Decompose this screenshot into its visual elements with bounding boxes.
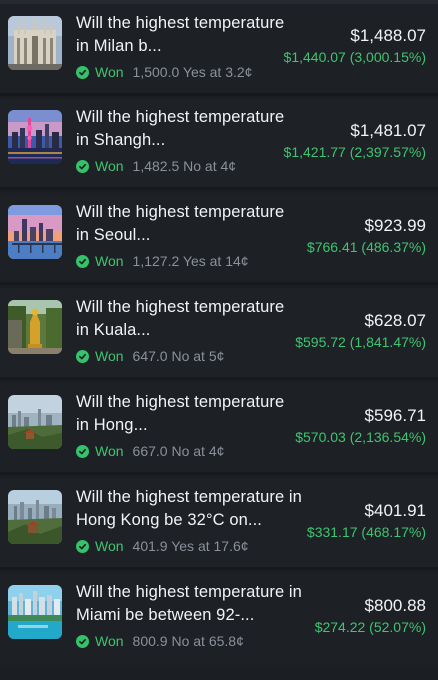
won-label: Won [95, 633, 124, 649]
profit-loss: $570.03 (2,136.54%) [295, 429, 426, 445]
hong-kong-skyline-image [8, 395, 62, 449]
shares-detail: 647.0 No at 5¢ [132, 348, 225, 364]
profit-loss: $1,440.07 (3,000.15%) [283, 49, 426, 65]
check-circle-icon [76, 634, 89, 648]
kuala-lumpur-statue-image [8, 300, 62, 354]
current-value: $401.91 [364, 501, 426, 520]
status-line: Won 1,500.0 Yes at 3.2¢ [76, 63, 252, 81]
position-row[interactable]: Will the highest temperature in Hong... … [0, 383, 438, 475]
current-value: $1,488.07 [350, 26, 426, 45]
position-row[interactable]: Will the highest temperature in Milan b.… [0, 4, 438, 96]
positions-list: Will the highest temperature in Milan b.… [0, 0, 438, 680]
check-circle-icon [76, 539, 89, 553]
row-divider [0, 93, 438, 96]
market-title[interactable]: Will the highest temperature in Shangh..… [76, 106, 298, 152]
status-line: Won 1,482.5 No at 4¢ [76, 157, 236, 175]
market-title[interactable]: Will the highest temperature in Milan b.… [76, 12, 298, 58]
shanghai-skyline-image [8, 110, 62, 164]
profit-loss: $1,421.77 (2,397.57%) [283, 144, 426, 160]
won-label: Won [95, 64, 124, 80]
position-row[interactable]: Will the highest temperature in Seoul...… [0, 193, 438, 285]
profit-loss: $331.17 (468.17%) [306, 524, 426, 540]
current-value: $628.07 [364, 311, 426, 330]
status-line: Won 1,127.2 Yes at 14¢ [76, 252, 249, 270]
check-circle-icon [76, 444, 89, 458]
status-line: Won 647.0 No at 5¢ [76, 347, 224, 365]
profit-loss: $595.72 (1,841.47%) [295, 334, 426, 350]
check-circle-icon [76, 159, 89, 173]
shares-detail: 1,500.0 Yes at 3.2¢ [132, 64, 253, 80]
seoul-skyline-image [8, 205, 62, 259]
current-value: $596.71 [364, 406, 426, 425]
market-title[interactable]: Will the highest temperature in Hong... [76, 391, 298, 437]
miami-skyline-image [8, 585, 62, 639]
market-title[interactable]: Will the highest temperature in Hong Kon… [76, 486, 302, 532]
shares-detail: 401.9 Yes at 17.6¢ [132, 538, 249, 554]
current-value: $1,481.07 [350, 121, 426, 140]
status-line: Won 800.9 No at 65.8¢ [76, 632, 244, 650]
position-row[interactable]: Will the highest temperature in Miami be… [0, 573, 438, 665]
market-title[interactable]: Will the highest temperature in Kuala... [76, 296, 298, 342]
check-circle-icon [76, 254, 89, 268]
row-divider [0, 472, 438, 475]
shares-detail: 800.9 No at 65.8¢ [132, 633, 244, 649]
market-title[interactable]: Will the highest temperature in Miami be… [76, 581, 302, 627]
profit-loss: $274.22 (52.07%) [314, 619, 426, 635]
current-value: $800.88 [364, 596, 426, 615]
shares-detail: 667.0 No at 4¢ [132, 443, 225, 459]
position-row[interactable]: Will the highest temperature in Hong Kon… [0, 478, 438, 570]
market-title[interactable]: Will the highest temperature in Seoul... [76, 201, 298, 247]
row-divider [0, 187, 438, 190]
won-label: Won [95, 348, 124, 364]
hong-kong-harbour-image [8, 490, 62, 544]
position-row[interactable]: Will the highest temperature in Shangh..… [0, 98, 438, 190]
current-value: $923.99 [364, 216, 426, 235]
position-row[interactable]: Will the highest temperature in Kuala...… [0, 288, 438, 380]
check-circle-icon [76, 349, 89, 363]
won-label: Won [95, 253, 124, 269]
shares-detail: 1,127.2 Yes at 14¢ [132, 253, 249, 269]
status-line: Won 667.0 No at 4¢ [76, 442, 224, 460]
won-label: Won [95, 158, 124, 174]
check-circle-icon [76, 65, 89, 79]
milan-cathedral-image [8, 16, 62, 70]
status-line: Won 401.9 Yes at 17.6¢ [76, 537, 249, 555]
won-label: Won [95, 538, 124, 554]
row-divider [0, 282, 438, 285]
shares-detail: 1,482.5 No at 4¢ [132, 158, 237, 174]
won-label: Won [95, 443, 124, 459]
row-divider [0, 567, 438, 570]
profit-loss: $766.41 (486.37%) [306, 239, 426, 255]
row-divider [0, 377, 438, 380]
